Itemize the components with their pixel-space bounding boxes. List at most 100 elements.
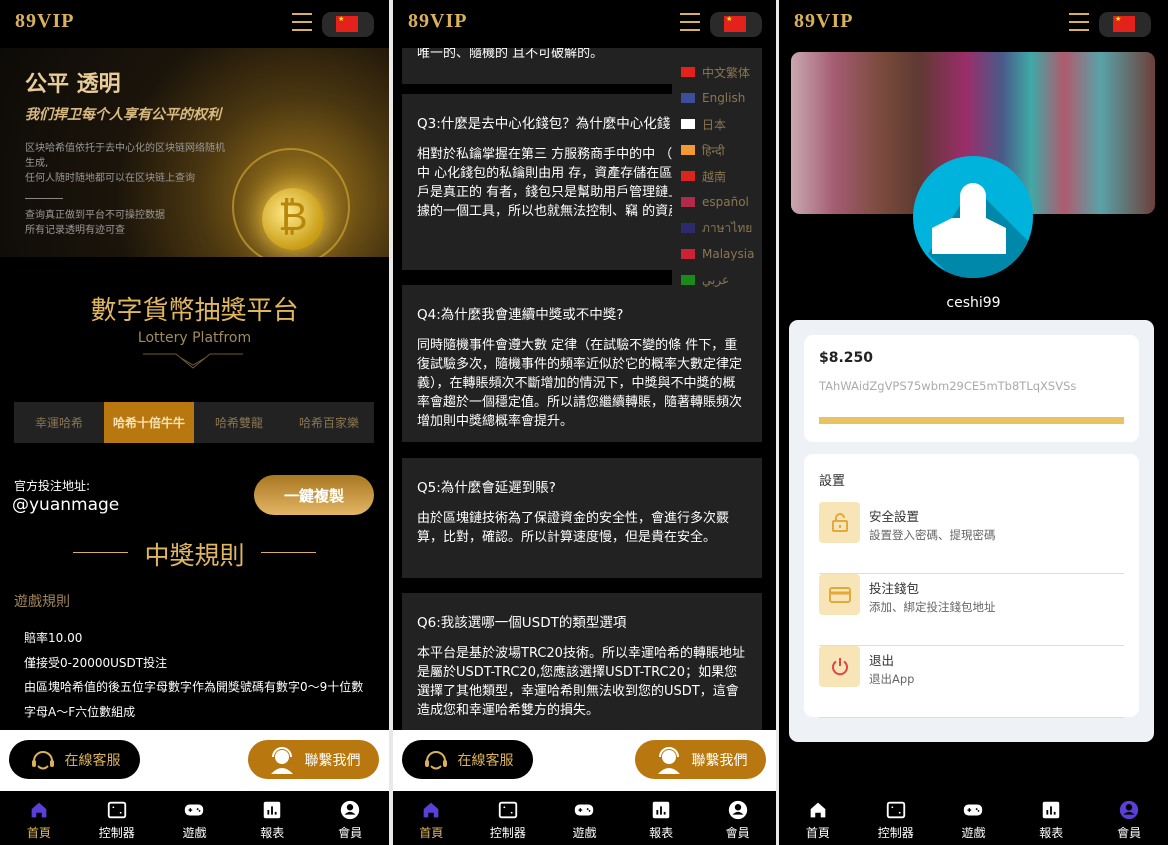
language-label: Malaysia [702,247,755,261]
nav-controller[interactable]: 控制器 [470,791,547,845]
agent-icon [270,746,293,774]
nav-member[interactable]: 會員 [311,791,389,845]
banner-desc-1: 区块哈希值依托于去中心化的区块链网络随机生成, [25,143,225,169]
nav-games[interactable]: 遊戲 [935,791,1013,845]
nav-home[interactable]: 首頁 [393,791,470,845]
nav-controller[interactable]: 控制器 [78,791,156,845]
banner-title: 公平 透明 [25,72,121,97]
bitcoin-icon [262,188,324,250]
contact-us-button[interactable]: 聯繫我們 [248,740,379,779]
language-option[interactable]: हिन्दी [672,137,762,163]
settings-card: 設置 安全設置 設置登入密碼、提現密碼 投注錢包 添加、綁定投注錢包地址 退出 … [804,454,1139,718]
language-option[interactable]: English [672,85,762,111]
language-option[interactable]: español [672,189,762,215]
member-icon [340,800,360,820]
header: 89VIP [393,0,776,48]
language-option[interactable]: 中文繁体 [672,59,762,85]
chart-icon [652,801,670,819]
nav-label: 首頁 [805,826,830,840]
wallet-address[interactable]: TAhWAidZgVPS75wbm29CE5mTb8TLqXSVSs [819,379,1076,393]
home-icon [810,802,826,818]
contact-us-label: 聯繫我們 [304,752,361,769]
item-title: 安全設置 [869,509,920,524]
nav-label: 遊戲 [182,826,207,840]
faq-card: Q4:為什麼我會連續中獎或不中獎? 同時隨機事件會遵大數 定律（在試驗不變的條 件… [402,285,762,442]
hamburger-icon[interactable] [292,13,312,31]
language-button[interactable] [322,12,374,37]
tab-hash-niuniu[interactable]: 哈希十倍牛牛 [104,402,194,443]
nav-reports[interactable]: 報表 [623,791,700,845]
nav-games[interactable]: 遊戲 [546,791,623,845]
language-option[interactable]: 越南 [672,163,762,189]
flag-icon [681,275,695,285]
language-dropdown: 中文繁体 English 日本 हिन्दी 越南 español ภาษาไทย Malay… [672,50,762,290]
home-icon [31,802,47,818]
logout-item[interactable]: 退出 退出App [819,646,1124,718]
faq-card: Q6:我該選哪一個USDT的類型選項 本平台是基於波場TRC20技術。所以幸運哈希… [402,593,762,733]
hamburger-icon[interactable] [680,13,700,31]
bottom-nav: 首頁 控制器 遊戲 報表 會員 [393,791,776,845]
nav-label: 遊戲 [961,826,986,840]
logo[interactable]: 89VIP [408,10,467,33]
nav-label: 會員 [338,826,363,840]
tab-hash-dragon[interactable]: 哈希雙龍 [194,402,284,443]
language-option[interactable]: عربي [672,267,762,293]
flag-icon [681,223,695,233]
security-settings-item[interactable]: 安全設置 設置登入密碼、提現密碼 [819,502,1124,574]
home-icon [423,802,439,818]
contact-us-button[interactable]: 聯繫我們 [635,740,766,779]
progress-fill [819,417,1124,424]
logo[interactable]: 89VIP [15,10,74,33]
nav-member[interactable]: 會員 [1090,791,1168,845]
nav-label: 首頁 [26,826,51,840]
chevron-decoration-icon [143,353,243,369]
member-icon [1119,800,1139,820]
member-panel: $8.250 TAhWAidZgVPS75wbm29CE5mTb8TLqXSVS… [789,320,1154,742]
address-label: 官方投注地址: [14,479,91,493]
china-flag-icon [1113,15,1135,32]
logo[interactable]: 89VIP [794,10,853,33]
settings-title: 設置 [819,474,846,489]
username: ceshi99 [946,295,1001,311]
flag-icon [681,249,695,259]
nav-controller[interactable]: 控制器 [857,791,935,845]
controller-icon [107,801,126,819]
faq-question: Q5:為什麼會延遲到賬? [417,480,556,496]
language-option[interactable]: Malaysia [672,241,762,267]
language-button[interactable] [710,12,762,37]
rules-heading: 中獎規則 [144,541,245,570]
bet-wallet-item[interactable]: 投注錢包 添加、綁定投注錢包地址 [819,574,1124,646]
language-option[interactable]: 日本 [672,111,762,137]
wallet-card: $8.250 TAhWAidZgVPS75wbm29CE5mTb8TLqXSVS… [804,335,1139,442]
tab-lucky-hash[interactable]: 幸運哈希 [14,402,104,443]
online-service-button[interactable]: 在線客服 [402,740,533,779]
nav-reports[interactable]: 報表 [1012,791,1090,845]
online-service-button[interactable]: 在線客服 [9,740,140,779]
nav-member[interactable]: 會員 [699,791,776,845]
banner-desc-b: 查询真正做到平台不可操控数据 所有记录透明有迹可查 [25,208,165,238]
nav-label: 控制器 [98,826,135,840]
nav-reports[interactable]: 報表 [233,791,311,845]
tab-hash-baccarat[interactable]: 哈希百家樂 [284,402,374,443]
banner-subtitle: 我们捍卫每个人享有公平的权利 [25,107,221,123]
address-value: @yuanmage [12,495,120,515]
nav-home[interactable]: 首頁 [779,791,857,845]
game-rules-label: 遊戲規則 [14,594,70,610]
nav-home[interactable]: 首頁 [0,791,78,845]
flag-icon [681,93,695,103]
bottom-nav: 首頁 控制器 遊戲 報表 會員 [0,791,389,845]
avatar[interactable] [913,156,1033,278]
online-service-label: 在線客服 [457,752,514,769]
floating-contact-bar: 在線客服 聯繫我們 [0,730,389,791]
hamburger-icon[interactable] [1069,13,1089,31]
language-button[interactable] [1099,12,1151,37]
copy-button[interactable]: 一鍵複製 [254,475,374,515]
rule-item: 僅接受0-20000USDT投注 [24,655,168,670]
headset-icon [31,750,54,769]
item-title: 退出 [869,653,895,668]
gamepad-icon [185,804,204,816]
nav-games[interactable]: 遊戲 [156,791,234,845]
language-option[interactable]: ภาษาไทย [672,215,762,241]
progress-bar [819,417,1124,424]
banner[interactable]: 公平 透明 我们捍卫每个人享有公平的权利 区块哈希值依托于去中心化的区块链网络随… [0,48,389,257]
